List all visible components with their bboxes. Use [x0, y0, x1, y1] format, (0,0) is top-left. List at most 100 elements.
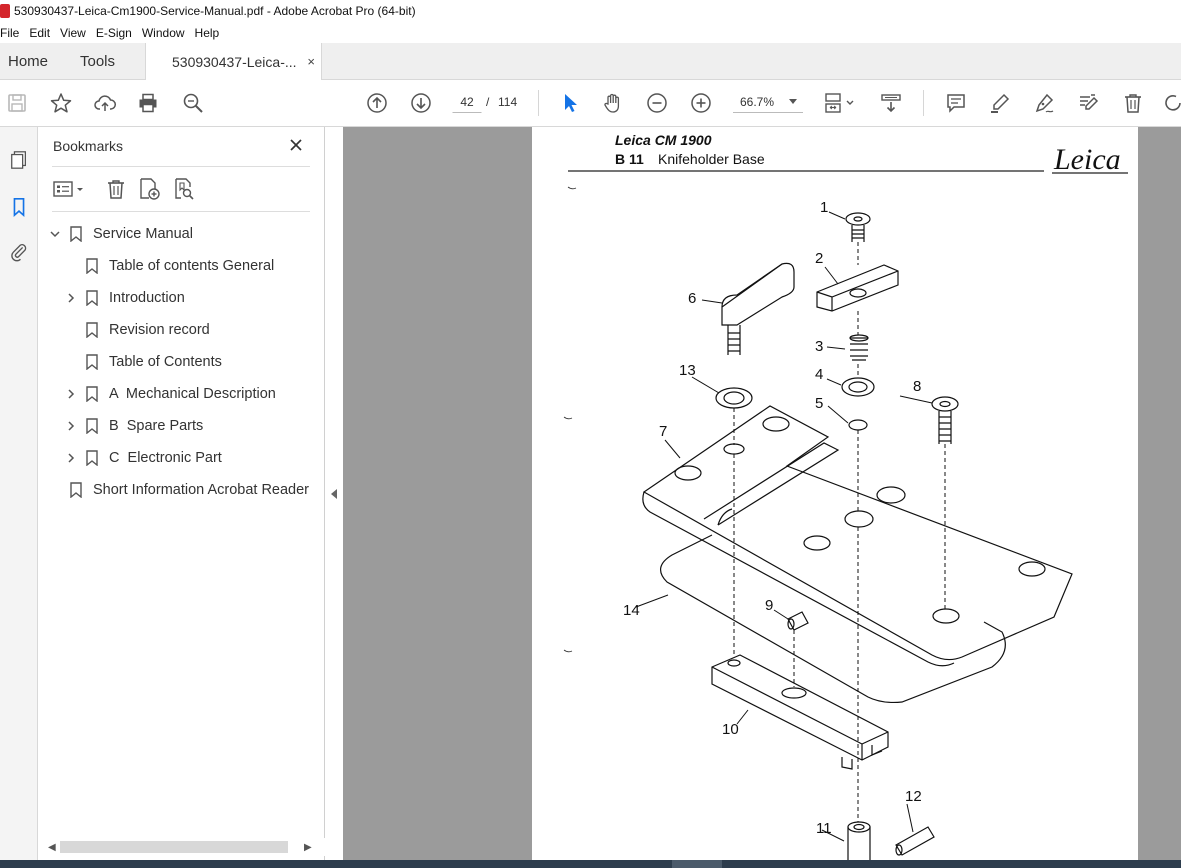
attachments-paperclip-icon[interactable]: [5, 238, 33, 266]
bookmark-label: Table of contents General: [109, 258, 275, 274]
bookmark-service-manual[interactable]: Service Manual: [38, 220, 325, 248]
comment-icon[interactable]: [943, 90, 969, 116]
new-bookmark-icon[interactable]: [137, 177, 161, 201]
window-title: 530930437-Leica-Cm1900-Service-Manual.pd…: [14, 4, 416, 18]
tab-home[interactable]: Home: [8, 43, 48, 80]
callout-number: 4: [815, 366, 824, 383]
exploded-parts-drawing: Leica CM 1900 B 11 Knifeholder Base Leic…: [563, 132, 1128, 860]
previous-page-icon[interactable]: [364, 90, 390, 116]
page-section-code: B 11: [615, 151, 644, 167]
close-icon[interactable]: [288, 137, 304, 153]
hand-tool-icon[interactable]: [600, 90, 626, 116]
pdf-page: Leica CM 1900 B 11 Knifeholder Base Leic…: [532, 127, 1138, 860]
bookmark-short-information-acrobat-reader[interactable]: Short Information Acrobat Reader: [38, 476, 325, 504]
bookmark-label: C Electronic Part: [109, 450, 222, 466]
callout-number: 11: [816, 820, 832, 837]
bookmarks-horizontal-scrollbar[interactable]: ◀ ▶: [38, 838, 325, 856]
sign-pen-icon[interactable]: [1031, 90, 1057, 116]
page-section-title: Knifeholder Base: [658, 151, 765, 167]
scroll-right-icon[interactable]: ▶: [304, 842, 312, 853]
page-thumbnails-icon[interactable]: [5, 146, 33, 174]
bookmarks-panel-title: Bookmarks: [53, 138, 124, 154]
close-tab-icon[interactable]: ×: [307, 54, 315, 69]
rotate-icon[interactable]: [1162, 90, 1181, 116]
page-separator: /: [486, 95, 490, 109]
bookmark-icon: [86, 322, 98, 338]
bookmark-label: B Spare Parts: [109, 418, 204, 434]
menu-window[interactable]: Window: [142, 26, 191, 40]
bookmark-revision-record[interactable]: Revision record: [38, 316, 325, 344]
print-icon[interactable]: [135, 90, 161, 116]
scroll-left-icon[interactable]: ◀: [48, 842, 56, 853]
chevron-right-icon[interactable]: [66, 421, 76, 431]
delete-icon[interactable]: [1120, 90, 1146, 116]
bookmark-options-button[interactable]: [52, 177, 86, 201]
toolbar-divider: [923, 90, 924, 116]
delete-bookmark-icon[interactable]: [105, 177, 127, 201]
callout-number: 7: [659, 423, 668, 440]
callout-number: 1: [820, 199, 829, 216]
menu-bar: File Edit View E-Sign Window Help: [0, 22, 1181, 43]
bookmark-introduction[interactable]: Introduction: [38, 284, 325, 312]
tab-document[interactable]: 530930437-Leica-... ×: [145, 43, 322, 81]
zoom-level-select[interactable]: 66.7%: [733, 91, 803, 113]
document-viewport[interactable]: Leica CM 1900 B 11 Knifeholder Base Leic…: [343, 127, 1181, 860]
edit-pdf-icon[interactable]: [1075, 90, 1101, 116]
scrollbar-thumb[interactable]: [60, 841, 288, 853]
chevron-right-icon[interactable]: [66, 293, 76, 303]
bookmark-icon: [86, 354, 98, 370]
page-display-icon[interactable]: [822, 90, 858, 116]
zoom-out-icon[interactable]: [644, 90, 670, 116]
chevron-right-icon[interactable]: [66, 389, 76, 399]
chevron-right-icon[interactable]: [66, 453, 76, 463]
total-pages: 114: [498, 95, 518, 109]
bookmarks-panel-icon[interactable]: [5, 193, 33, 221]
bookmark-icon: [86, 290, 98, 306]
bookmark-label: Revision record: [109, 322, 210, 338]
bookmark-label: Service Manual: [93, 226, 193, 242]
callout-number: 9: [765, 597, 774, 614]
bookmark-table-of-contents-general[interactable]: Table of contents General: [38, 252, 325, 280]
panel-divider: [52, 166, 310, 167]
taskbar-active-item[interactable]: [672, 860, 722, 868]
page-number-input[interactable]: [452, 91, 482, 113]
save-icon[interactable]: [4, 90, 30, 116]
menu-file[interactable]: File: [0, 26, 25, 40]
bookmark-label: Introduction: [109, 290, 185, 306]
zoom-in-icon[interactable]: [688, 90, 714, 116]
bookmark-mechanical-description[interactable]: A Mechanical Description: [38, 380, 325, 408]
star-icon[interactable]: [48, 90, 74, 116]
bookmark-table-of-contents[interactable]: Table of Contents: [38, 348, 325, 376]
menu-esign[interactable]: E-Sign: [96, 26, 138, 40]
menu-edit[interactable]: Edit: [29, 26, 56, 40]
panel-divider: [52, 211, 310, 212]
tab-tools[interactable]: Tools: [80, 43, 115, 80]
callout-number: 5: [815, 395, 824, 412]
collapse-arrow-icon: [331, 489, 337, 499]
menu-view[interactable]: View: [60, 26, 92, 40]
bookmark-label: Table of Contents: [109, 354, 222, 370]
callout-number: 3: [815, 338, 824, 355]
bookmark-spare-parts[interactable]: B Spare Parts: [38, 412, 325, 440]
menu-help[interactable]: Help: [195, 26, 226, 40]
search-zoom-icon[interactable]: [180, 90, 206, 116]
callout-number: 6: [688, 290, 697, 307]
select-cursor-icon[interactable]: [557, 90, 583, 116]
callout-number: 14: [623, 602, 640, 619]
toolbar-divider: [538, 90, 539, 116]
chevron-down-icon: [789, 99, 797, 104]
bookmark-icon: [86, 386, 98, 402]
chevron-down-icon[interactable]: [50, 229, 60, 239]
find-bookmark-icon[interactable]: [172, 177, 196, 201]
window-title-bar: 530930437-Leica-Cm1900-Service-Manual.pd…: [0, 0, 1181, 22]
bookmark-electronic-part[interactable]: C Electronic Part: [38, 444, 325, 472]
callout-number: 12: [905, 788, 922, 805]
cloud-upload-icon[interactable]: [92, 90, 118, 116]
panel-collapse-handle[interactable]: [325, 127, 343, 860]
next-page-icon[interactable]: [408, 90, 434, 116]
scroll-mode-icon[interactable]: [878, 90, 904, 116]
leica-logo: Leica: [1053, 143, 1121, 176]
highlight-pen-icon[interactable]: [987, 90, 1013, 116]
tab-bar: Home Tools 530930437-Leica-... ×: [0, 43, 1181, 81]
callout-number: 13: [679, 362, 696, 379]
